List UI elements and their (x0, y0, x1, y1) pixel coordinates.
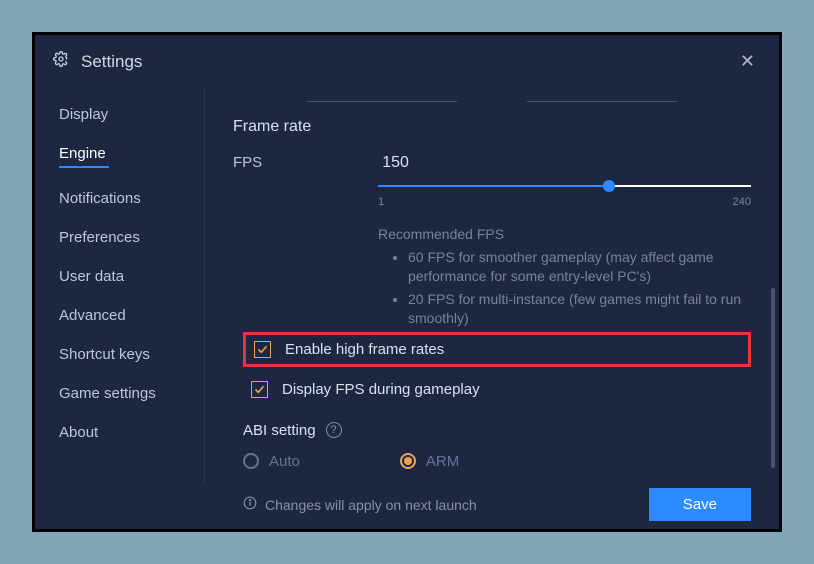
sidebar-item-game-settings[interactable]: Game settings (59, 385, 204, 402)
footer: Changes will apply on next launch Save (35, 484, 779, 529)
slider-min-label: 1 (378, 196, 384, 208)
abi-radio-auto[interactable]: Auto (243, 453, 300, 470)
sidebar-item-user-data[interactable]: User data (59, 268, 204, 285)
sidebar-item-display[interactable]: Display (59, 106, 204, 123)
abi-auto-label: Auto (269, 453, 300, 470)
sidebar-item-preferences[interactable]: Preferences (59, 229, 204, 246)
enable-high-frame-rates-row[interactable]: Enable high frame rates (243, 332, 751, 367)
display-fps-row[interactable]: Display FPS during gameplay (243, 375, 751, 404)
save-button[interactable]: Save (649, 488, 751, 521)
fps-slider[interactable] (378, 180, 751, 192)
scrollbar[interactable] (771, 288, 775, 468)
info-icon (243, 496, 257, 513)
sidebar: Display Engine Notifications Preferences… (35, 88, 205, 484)
sidebar-item-about[interactable]: About (59, 424, 204, 441)
abi-setting-label: ABI setting (243, 422, 316, 439)
frame-rate-heading: Frame rate (233, 118, 751, 136)
ghost-field (307, 96, 457, 102)
sidebar-item-shortcut-keys[interactable]: Shortcut keys (59, 346, 204, 363)
sidebar-item-engine[interactable]: Engine (59, 145, 204, 168)
ghost-field (527, 96, 677, 102)
settings-window: Settings ✕ Display Engine Notifications … (32, 32, 782, 532)
recommendation-item: 60 FPS for smoother gameplay (may affect… (408, 248, 751, 286)
fps-value: 150 (382, 154, 409, 172)
abi-radio-arm[interactable]: ARM (400, 453, 459, 470)
radio-icon[interactable] (243, 453, 259, 469)
abi-arm-label: ARM (426, 453, 459, 470)
recommendation-item: 20 FPS for multi-instance (few games mig… (408, 290, 751, 328)
sidebar-item-advanced[interactable]: Advanced (59, 307, 204, 324)
checkbox-high-fps[interactable] (254, 341, 271, 358)
footer-note-text: Changes will apply on next launch (265, 497, 477, 513)
sidebar-item-notifications[interactable]: Notifications (59, 190, 204, 207)
checkbox-display-fps-label: Display FPS during gameplay (282, 381, 480, 398)
checkbox-high-fps-label: Enable high frame rates (285, 341, 444, 358)
slider-thumb[interactable] (603, 180, 615, 192)
gear-icon (53, 51, 69, 72)
window-title: Settings (81, 52, 142, 72)
fps-label: FPS (233, 154, 262, 171)
close-button[interactable]: ✕ (734, 49, 761, 74)
help-icon[interactable]: ? (326, 422, 342, 438)
titlebar: Settings ✕ (35, 35, 779, 88)
main-panel: Frame rate FPS 150 1 240 Recommended FPS… (205, 88, 779, 484)
checkbox-display-fps[interactable] (251, 381, 268, 398)
radio-icon[interactable] (400, 453, 416, 469)
slider-max-label: 240 (733, 196, 751, 208)
recommended-fps-list: 60 FPS for smoother gameplay (may affect… (408, 248, 751, 328)
recommended-fps-title: Recommended FPS (378, 226, 751, 242)
